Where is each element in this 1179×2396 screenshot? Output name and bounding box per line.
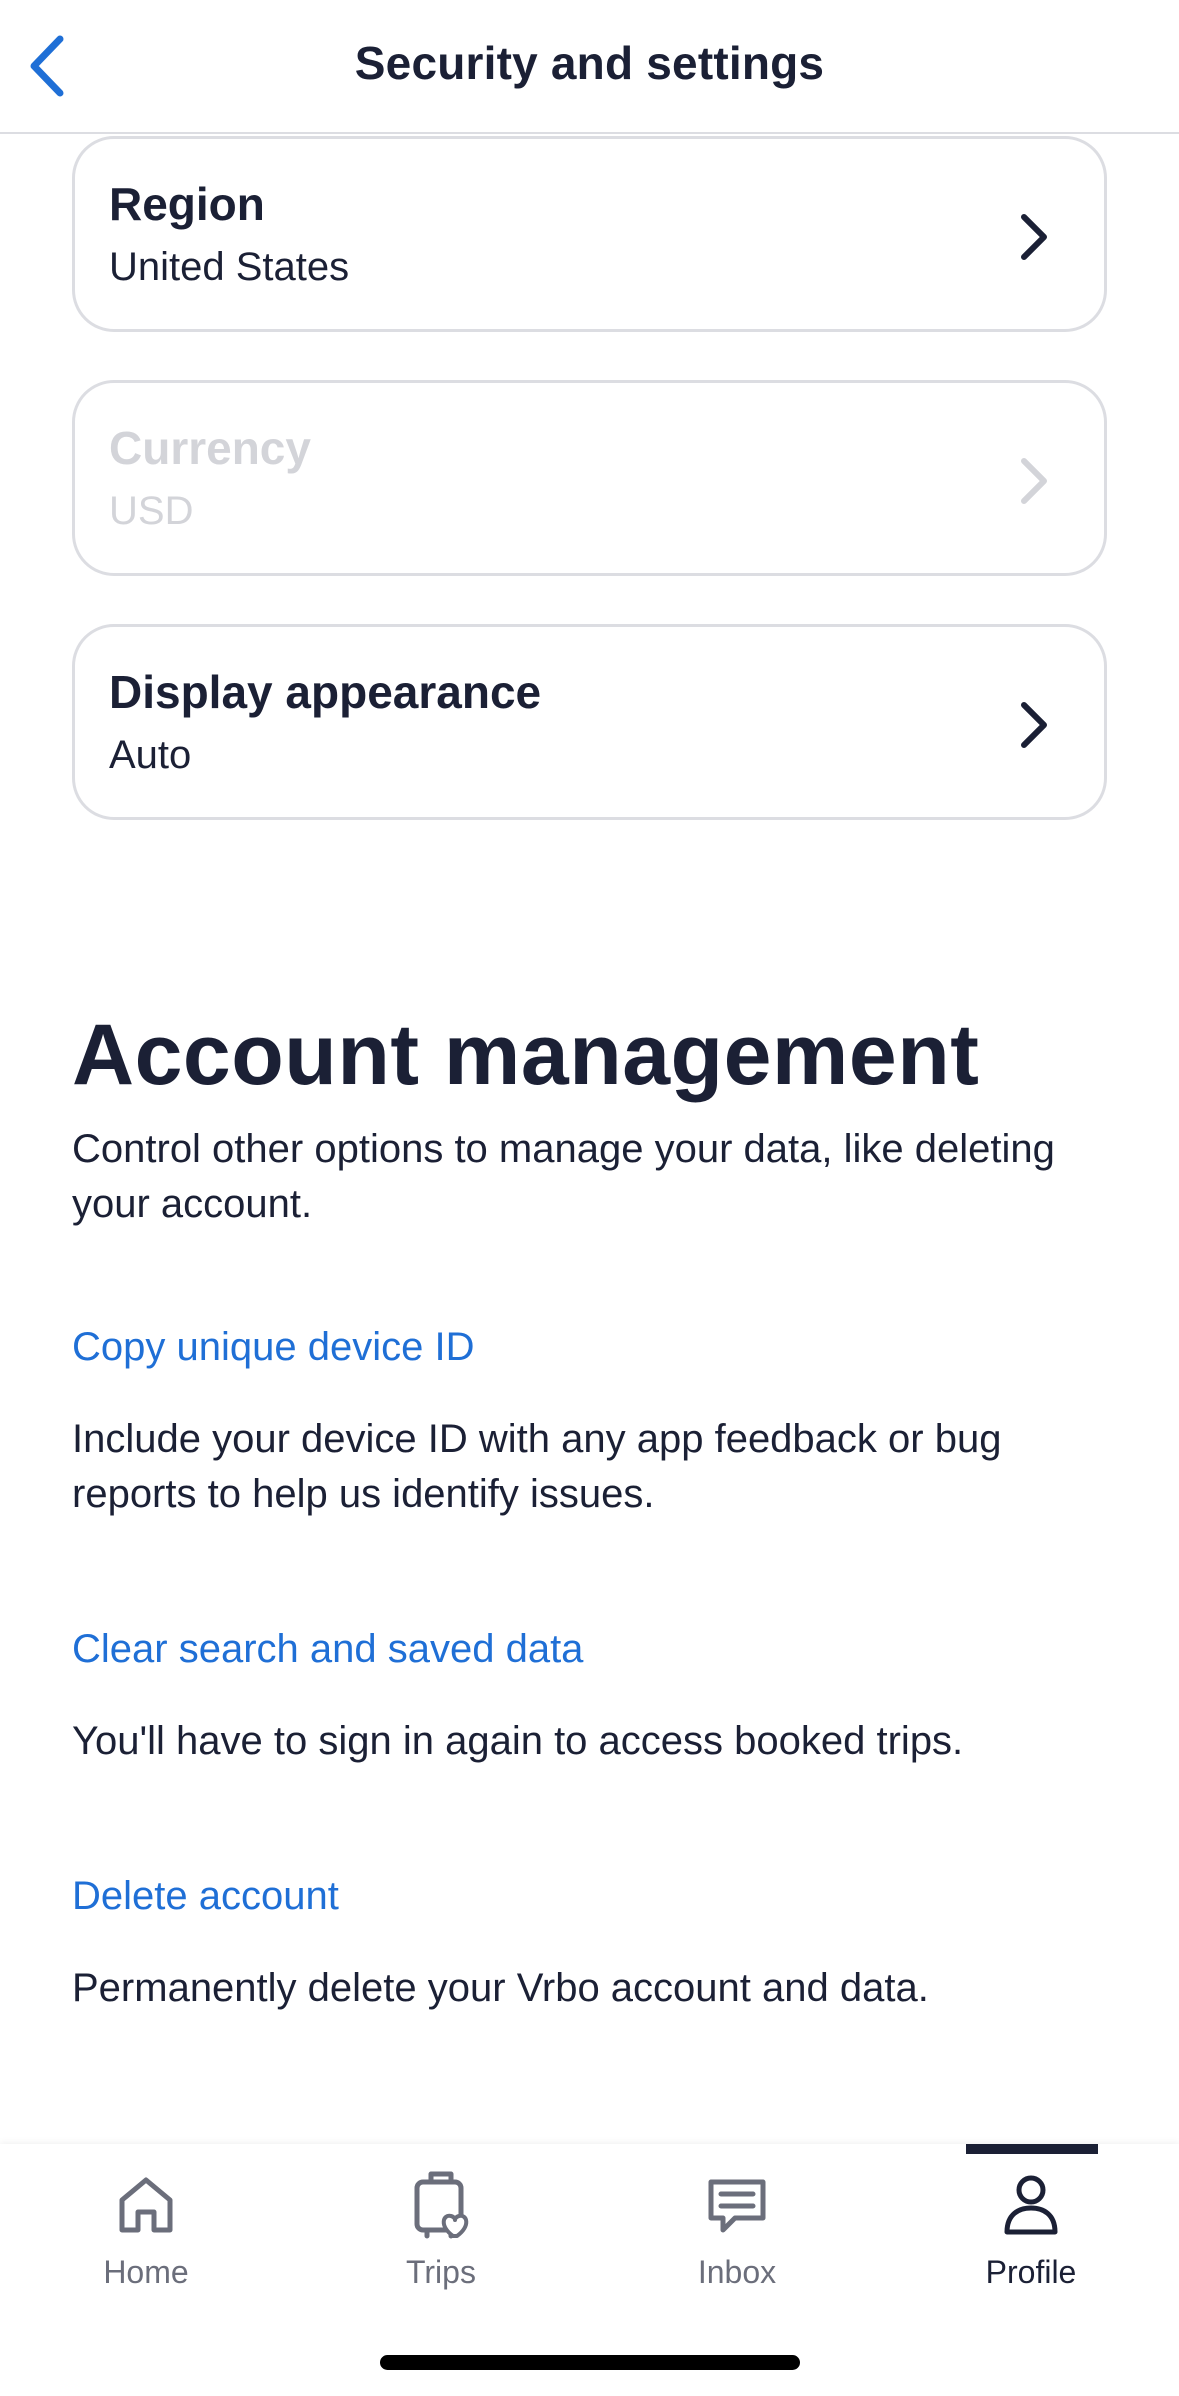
account-management-heading: Account management <box>72 1007 980 1103</box>
region-setting-card[interactable]: Region United States <box>72 136 1107 332</box>
display-appearance-setting-card[interactable]: Display appearance Auto <box>72 624 1107 820</box>
copy-device-id-description: Include your device ID with any app feed… <box>72 1417 1002 1516</box>
currency-title: Currency <box>109 422 311 474</box>
tab-profile[interactable]: Profile <box>931 2144 1131 2324</box>
tab-trips-label: Trips <box>406 2254 476 2290</box>
tab-home-label: Home <box>103 2254 189 2290</box>
chevron-right-icon <box>1021 214 1047 260</box>
display-appearance-value: Auto <box>109 733 192 777</box>
currency-value: USD <box>109 489 194 533</box>
tab-inbox-label: Inbox <box>697 2254 777 2290</box>
region-value: United States <box>109 245 350 289</box>
clear-search-data-description: You'll have to sign in again to access b… <box>72 1719 964 1763</box>
inbox-message-icon <box>708 2179 766 2233</box>
currency-setting-card: Currency USD <box>72 380 1107 576</box>
chevron-right-icon <box>1021 702 1047 748</box>
delete-account-description: Permanently delete your Vrbo account and… <box>72 1966 929 2010</box>
profile-person-icon <box>1004 2175 1058 2235</box>
trips-luggage-heart-icon <box>414 2171 469 2239</box>
page-title: Security and settings <box>354 37 825 89</box>
top-navigation-bar: Security and settings <box>0 0 1179 134</box>
display-appearance-title: Display appearance <box>109 666 542 718</box>
chevron-right-icon <box>1021 458 1047 504</box>
tab-inbox[interactable]: Inbox <box>637 2144 837 2324</box>
tab-profile-label: Profile <box>985 2254 1077 2290</box>
delete-account-link[interactable]: Delete account <box>72 1874 339 1919</box>
copy-device-id-link[interactable]: Copy unique device ID <box>72 1325 474 1370</box>
clear-search-data-link[interactable]: Clear search and saved data <box>72 1627 583 1672</box>
home-indicator <box>380 2355 800 2370</box>
region-title: Region <box>109 178 265 230</box>
account-management-description: Control other options to manage your dat… <box>72 1127 1055 1226</box>
home-icon <box>119 2177 173 2233</box>
tab-trips[interactable]: Trips <box>341 2144 541 2324</box>
tab-home[interactable]: Home <box>46 2144 246 2324</box>
